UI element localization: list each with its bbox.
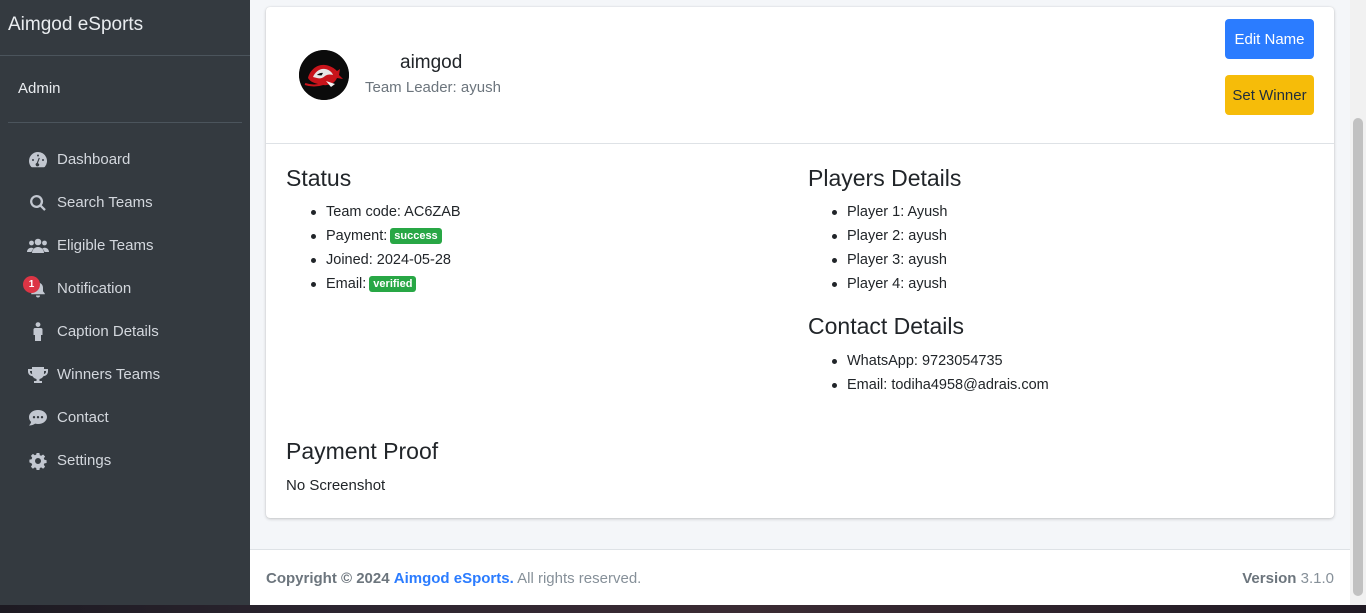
contact-email: Email: todiha4958@adrais.com (847, 377, 1049, 393)
panther-logo-icon (299, 50, 349, 100)
sidebar: Aimgod eSports Admin Dashboard Search Te… (0, 0, 250, 605)
sidebar-item-contact[interactable]: Contact (0, 396, 250, 439)
trophy-icon (27, 365, 49, 385)
page-scrollbar[interactable] (1350, 0, 1366, 605)
team-leader: Team Leader: ayush (365, 79, 501, 96)
footer-copyright: Copyright © 2024 Aimgod eSports. All rig… (266, 570, 641, 587)
payment-proof-heading: Payment Proof (286, 438, 439, 464)
list-item: Team code: AC6ZAB (306, 200, 461, 224)
list-item: Joined: 2024-05-28 (306, 248, 461, 272)
version-label: Version (1242, 570, 1297, 587)
sidebar-item-label: Search Teams (57, 194, 153, 211)
sidebar-item-dashboard[interactable]: Dashboard (0, 138, 250, 181)
sidebar-item-search-teams[interactable]: Search Teams (0, 181, 250, 224)
list-item: Email: verified (306, 272, 461, 296)
sidebar-item-label: Contact (57, 409, 109, 426)
sidebar-item-label: Caption Details (57, 323, 159, 340)
sidebar-item-settings[interactable]: Settings (0, 439, 250, 482)
footer-version: Version 3.1.0 (1242, 570, 1334, 587)
players-heading: Players Details (808, 165, 962, 191)
footer: Copyright © 2024 Aimgod eSports. All rig… (250, 549, 1350, 605)
whatsapp-number: WhatsApp: 9723054735 (847, 353, 1003, 369)
team-code: Team code: AC6ZAB (326, 204, 461, 220)
payment-label: Payment: (326, 228, 388, 244)
players-list: Player 1: Ayush Player 2: ayush Player 3… (827, 200, 948, 296)
main-content: aimgod Team Leader: ayush Edit Name Set … (250, 0, 1350, 550)
edit-name-button[interactable]: Edit Name (1225, 19, 1314, 59)
contact-heading: Contact Details (808, 313, 964, 339)
users-icon (27, 236, 49, 256)
sidebar-item-label: Settings (57, 452, 112, 469)
list-item: Player 2: ayush (827, 224, 948, 248)
sidebar-item-label: Notification (57, 280, 132, 297)
user-name[interactable]: Admin (8, 56, 242, 123)
list-item: Player 4: ayush (827, 272, 948, 296)
copyright-text: Copyright © 2024 (266, 570, 390, 587)
notification-count-badge: 1 (23, 276, 40, 293)
sidebar-item-label: Winners Teams (57, 366, 161, 383)
status-list: Team code: AC6ZAB Payment: success Joined… (306, 200, 461, 296)
payment-status-badge: success (390, 228, 442, 244)
payment-proof-text: No Screenshot (286, 477, 386, 494)
sidebar-nav: Dashboard Search Teams Eligible Teams 1 … (0, 138, 250, 482)
person-icon (27, 321, 49, 342)
sidebar-item-notification[interactable]: 1 Notification (0, 267, 250, 310)
contact-list: WhatsApp: 9723054735 Email: todiha4958@a… (827, 349, 1049, 397)
search-icon (27, 193, 49, 213)
team-header: aimgod Team Leader: ayush Edit Name Set … (266, 7, 1334, 144)
comment-icon (27, 408, 49, 428)
list-item: Player 3: ayush (827, 248, 948, 272)
team-name: aimgod (400, 52, 463, 73)
team-avatar (299, 50, 349, 100)
list-item: Email: todiha4958@adrais.com (827, 373, 1049, 397)
gear-icon (27, 451, 49, 471)
dashboard-icon (27, 150, 49, 170)
list-item: WhatsApp: 9723054735 (827, 349, 1049, 373)
brand-title[interactable]: Aimgod eSports (0, 0, 250, 56)
sidebar-item-eligible-teams[interactable]: Eligible Teams (0, 224, 250, 267)
email-status-badge: verified (369, 276, 417, 292)
joined-date: Joined: 2024-05-28 (326, 252, 451, 268)
team-detail-card: aimgod Team Leader: ayush Edit Name Set … (266, 7, 1334, 518)
version-number: 3.1.0 (1300, 570, 1334, 587)
scrollbar-thumb[interactable] (1353, 118, 1363, 596)
list-item: Payment: success (306, 224, 461, 248)
footer-brand-link[interactable]: Aimgod eSports. (394, 570, 514, 587)
sidebar-item-label: Dashboard (57, 151, 131, 168)
list-item: Player 1: Ayush (827, 200, 948, 224)
os-taskbar-strip (0, 605, 1366, 613)
sidebar-item-caption-details[interactable]: Caption Details (0, 310, 250, 353)
email-label: Email: (326, 276, 367, 292)
sidebar-item-label: Eligible Teams (57, 237, 154, 254)
sidebar-item-winners-teams[interactable]: Winners Teams (0, 353, 250, 396)
set-winner-button[interactable]: Set Winner (1225, 75, 1314, 115)
rights-text: All rights reserved. (517, 570, 642, 587)
status-heading: Status (286, 165, 352, 191)
